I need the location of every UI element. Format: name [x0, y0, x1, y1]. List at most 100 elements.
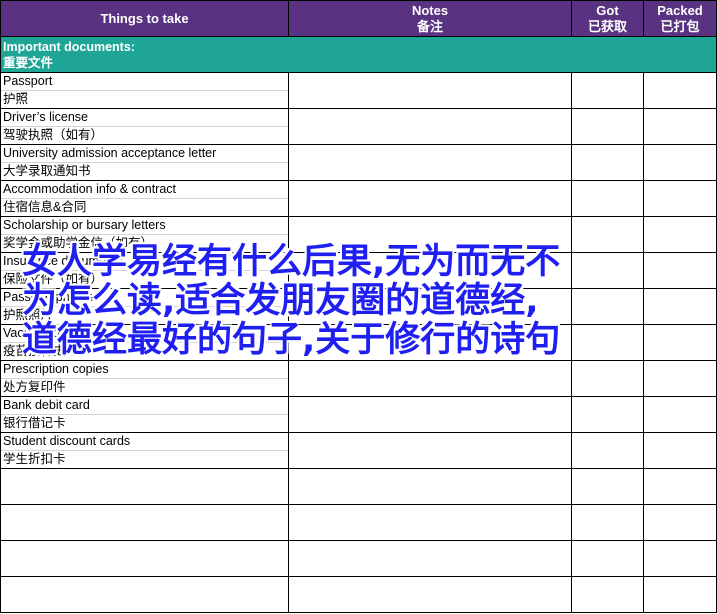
thing-label-zh: 住宿信息&合同: [3, 200, 87, 214]
thing-label-zh: 护照: [3, 92, 29, 106]
packed-cell[interactable]: [643, 72, 717, 109]
got-cell[interactable]: [571, 288, 644, 325]
notes-cell[interactable]: [288, 432, 572, 469]
got-cell[interactable]: [571, 396, 644, 433]
got-header-en: Got: [596, 2, 619, 18]
packed-cell[interactable]: [643, 324, 717, 361]
thing-cell: Bank debit card 银行借记卡: [0, 396, 289, 433]
thing-cell: University admission acceptance letter 大学…: [0, 144, 289, 181]
thing-label-zh: 学生折扣卡: [3, 452, 66, 466]
table-row: Bank debit card 银行借记卡: [0, 396, 717, 433]
thing-label-en: Accommodation info & contract: [1, 182, 288, 199]
notes-cell[interactable]: [288, 216, 572, 253]
blank-cell[interactable]: [571, 576, 644, 613]
thing-label-zh: 保险文件（如有）: [3, 272, 104, 286]
thing-label-en: Driver’s license: [1, 110, 288, 127]
notes-cell[interactable]: [288, 360, 572, 397]
packed-cell[interactable]: [643, 108, 717, 145]
blank-cell[interactable]: [288, 540, 572, 577]
got-cell[interactable]: [571, 252, 644, 289]
table-row: Scholarship or bursary letters 奖学金或助学金信（如…: [0, 216, 717, 253]
blank-cell[interactable]: [643, 468, 717, 505]
table-row: Driver’s license 驾驶执照（如有）: [0, 108, 717, 145]
packed-cell[interactable]: [643, 396, 717, 433]
thing-label-en: Student discount cards: [1, 434, 288, 451]
packed-cell[interactable]: [643, 360, 717, 397]
blank-cell[interactable]: [288, 504, 572, 541]
got-cell[interactable]: [571, 360, 644, 397]
blank-row: [0, 504, 717, 541]
blank-cell[interactable]: [288, 576, 572, 613]
got-cell[interactable]: [571, 432, 644, 469]
thing-label-en: Bank debit card: [1, 398, 288, 415]
notes-cell[interactable]: [288, 252, 572, 289]
packing-checklist-table: Things to take Notes 备注 Got 已获取 Packed 已…: [0, 0, 717, 613]
thing-cell: Student discount cards 学生折扣卡: [0, 432, 289, 469]
blank-row: [0, 576, 717, 613]
thing-label-zh: 银行借记卡: [3, 416, 66, 430]
thing-label-en: Insurance documents: [1, 254, 288, 271]
blank-cell[interactable]: [571, 468, 644, 505]
table-row: Passport 护照: [0, 72, 717, 109]
thing-label-zh: 护照照片: [3, 308, 54, 322]
table-row: Student discount cards 学生折扣卡: [0, 432, 717, 469]
thing-label-en: Passport: [1, 74, 288, 91]
thing-label-zh: 驾驶执照（如有）: [3, 128, 104, 142]
item-rows: Passport 护照 Driver’s license 驾驶执照（如有） Univer…: [0, 72, 717, 469]
thing-label-en: Prescription copies: [1, 362, 288, 379]
table-row: Vaccination history 疫苗接种史: [0, 324, 717, 361]
thing-label-zh: 奖学金或助学金信（如有）: [3, 236, 154, 250]
thing-label-zh: 疫苗接种史: [3, 344, 66, 358]
header-row: Things to take Notes 备注 Got 已获取 Packed 已…: [0, 0, 717, 37]
packed-cell[interactable]: [643, 180, 717, 217]
thing-label-en: Passport photos: [1, 290, 288, 307]
got-cell[interactable]: [571, 72, 644, 109]
got-cell[interactable]: [571, 324, 644, 361]
got-cell[interactable]: [571, 144, 644, 181]
got-cell[interactable]: [571, 108, 644, 145]
blank-row: [0, 540, 717, 577]
got-header-zh: 已获取: [587, 18, 627, 34]
blank-cell[interactable]: [0, 540, 289, 577]
packed-cell[interactable]: [643, 144, 717, 181]
notes-cell[interactable]: [288, 144, 572, 181]
thing-cell: Prescription copies 处方复印件: [0, 360, 289, 397]
packed-cell[interactable]: [643, 216, 717, 253]
table-row: Accommodation info & contract 住宿信息&合同: [0, 180, 717, 217]
thing-label-zh: 大学录取通知书: [3, 164, 91, 178]
thing-cell: Passport photos 护照照片: [0, 288, 289, 325]
notes-cell[interactable]: [288, 108, 572, 145]
packed-cell[interactable]: [643, 432, 717, 469]
table-row: Prescription copies 处方复印件: [0, 360, 717, 397]
blank-cell[interactable]: [288, 468, 572, 505]
blank-cell[interactable]: [643, 504, 717, 541]
blank-cell[interactable]: [0, 576, 289, 613]
packed-header-zh: 已打包: [660, 18, 700, 34]
got-cell[interactable]: [571, 216, 644, 253]
packed-header-en: Packed: [657, 2, 703, 18]
notes-cell[interactable]: [288, 72, 572, 109]
section-title: Important documents: 重要文件: [0, 36, 717, 73]
blank-cell[interactable]: [0, 504, 289, 541]
notes-header: Notes 备注: [288, 0, 572, 37]
blank-cell[interactable]: [571, 504, 644, 541]
notes-cell[interactable]: [288, 396, 572, 433]
blank-cell[interactable]: [571, 540, 644, 577]
section-row: Important documents: 重要文件: [0, 36, 717, 73]
notes-cell[interactable]: [288, 288, 572, 325]
thing-cell: Passport 护照: [0, 72, 289, 109]
blank-cell[interactable]: [0, 468, 289, 505]
blank-cell[interactable]: [643, 540, 717, 577]
notes-header-en: Notes: [411, 2, 449, 18]
table-row: Insurance documents 保险文件（如有）: [0, 252, 717, 289]
thing-cell: Vaccination history 疫苗接种史: [0, 324, 289, 361]
blank-cell[interactable]: [643, 576, 717, 613]
thing-label-en: University admission acceptance letter: [1, 146, 288, 163]
notes-cell[interactable]: [288, 324, 572, 361]
thing-cell: Insurance documents 保险文件（如有）: [0, 252, 289, 289]
packed-cell[interactable]: [643, 288, 717, 325]
notes-cell[interactable]: [288, 180, 572, 217]
things-header-label: Things to take: [100, 10, 189, 26]
packed-cell[interactable]: [643, 252, 717, 289]
got-cell[interactable]: [571, 180, 644, 217]
